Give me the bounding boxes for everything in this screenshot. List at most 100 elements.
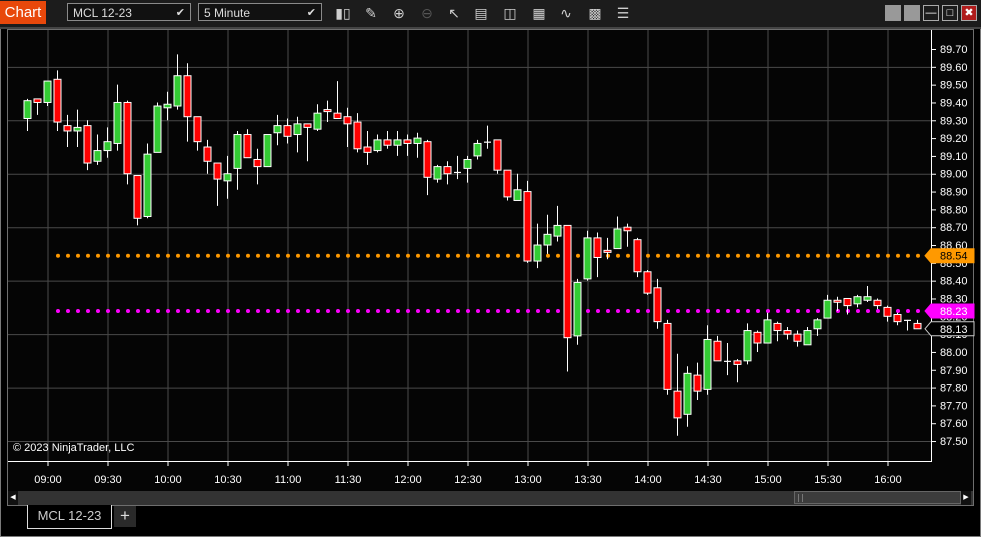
candle-body — [523, 191, 532, 262]
candle — [93, 134, 102, 165]
candle-body — [733, 360, 742, 365]
candle-body — [33, 98, 42, 103]
time-tick-label: 13:00 — [514, 474, 542, 486]
candle — [153, 102, 162, 153]
candle — [863, 286, 872, 303]
candle — [663, 319, 672, 395]
scroll-right-arrow-icon[interactable]: ▶ — [961, 491, 971, 505]
candle — [203, 139, 212, 174]
candle — [713, 335, 722, 362]
scroll-left-arrow-icon[interactable]: ◀ — [8, 491, 18, 505]
candle — [683, 366, 692, 427]
candle-body — [713, 340, 722, 362]
candle-body — [73, 126, 82, 132]
scrollbar-thumb[interactable] — [794, 491, 961, 504]
candle-body — [823, 299, 832, 319]
candle — [43, 80, 52, 107]
price-tick-label: 88.00 — [940, 347, 968, 359]
candle — [543, 214, 552, 254]
candle — [133, 175, 142, 226]
candle-body — [473, 142, 482, 157]
candle-body — [663, 322, 672, 390]
price-tick-label: 89.30 — [940, 115, 968, 127]
candle — [653, 278, 662, 329]
candle-body — [133, 175, 142, 219]
candle — [673, 353, 682, 436]
candle-body — [793, 333, 802, 342]
price-tick-label: 88.70 — [940, 222, 968, 234]
candle — [913, 319, 922, 330]
candle — [553, 205, 562, 242]
candle — [173, 54, 182, 110]
candle — [383, 130, 392, 149]
candle-body — [323, 109, 332, 113]
candle — [193, 116, 202, 151]
candle — [73, 109, 82, 148]
candle — [873, 298, 882, 310]
candle — [823, 294, 832, 319]
candle-body — [273, 125, 282, 134]
candle — [313, 104, 322, 131]
candle — [633, 237, 642, 278]
candle-body — [873, 299, 882, 307]
candle-body — [643, 271, 652, 294]
candle — [283, 118, 292, 144]
candle-body — [593, 237, 602, 258]
candle-body — [543, 233, 552, 246]
candle — [233, 130, 242, 190]
candle-body — [653, 287, 662, 323]
candle — [213, 162, 222, 206]
horizontal-scrollbar[interactable]: ◀ ▶ — [8, 491, 973, 505]
candle-body — [53, 78, 62, 123]
price-tick-label: 89.50 — [940, 80, 968, 92]
candle — [143, 143, 152, 219]
candle-body — [43, 80, 52, 103]
candle — [853, 294, 862, 308]
candle — [33, 98, 42, 115]
candle-body — [803, 330, 812, 346]
candle — [533, 223, 542, 269]
time-tick-label: 09:30 — [94, 474, 122, 486]
candle-body — [333, 112, 342, 119]
candle — [593, 232, 602, 278]
candle — [753, 330, 762, 352]
candle-body — [893, 314, 902, 323]
candle — [703, 325, 712, 395]
candle-body — [163, 103, 172, 109]
time-tick-label: 16:00 — [874, 474, 902, 486]
candle — [763, 312, 772, 344]
candle-body — [93, 150, 102, 162]
candle-body — [83, 125, 92, 164]
candle-body — [503, 169, 512, 198]
candle-body — [763, 319, 772, 344]
candle-body — [313, 112, 322, 130]
price-tick-label: 89.60 — [940, 62, 968, 74]
price-tick-label: 89.40 — [940, 97, 968, 109]
price-tick-label: 88.90 — [940, 187, 968, 199]
time-tick-label: 09:00 — [34, 474, 62, 486]
candle-body — [863, 296, 872, 301]
candle-body — [353, 121, 362, 150]
candle — [583, 230, 592, 281]
candle-body — [753, 331, 762, 344]
candle-body — [603, 249, 612, 253]
candle-body — [813, 319, 822, 330]
candle-body — [623, 226, 632, 232]
candle-body — [23, 100, 32, 119]
candle-body — [143, 153, 152, 218]
magenta-line-price-marker-label: 88.23 — [940, 306, 968, 318]
candle — [643, 269, 652, 295]
candle — [353, 113, 362, 153]
tab-mcl-12-23[interactable]: MCL 12-23 — [27, 505, 112, 529]
time-tick-label: 13:30 — [574, 474, 602, 486]
add-tab-button[interactable]: + — [114, 506, 136, 527]
candle-body — [423, 141, 432, 178]
candle-body — [683, 372, 692, 415]
candle — [783, 326, 792, 340]
candle — [183, 63, 192, 142]
price-chart[interactable]: 89.70 89.60 89.50 89.40 89.30 89.20 89.10 89.00… — [0, 0, 981, 537]
candle-body — [413, 137, 422, 144]
candle-body — [783, 330, 792, 335]
candle — [263, 134, 272, 168]
candle-body — [463, 158, 472, 169]
